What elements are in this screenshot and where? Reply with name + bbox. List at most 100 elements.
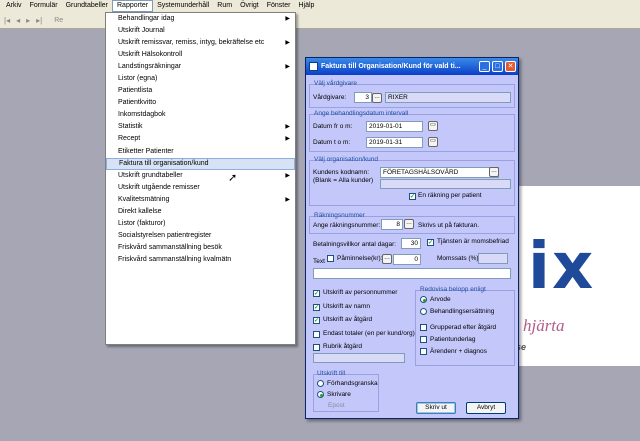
villkor-field[interactable]: 30 bbox=[401, 238, 421, 249]
vardgivare-id-field[interactable]: 3 bbox=[354, 92, 372, 103]
print-button[interactable]: Skriv ut bbox=[416, 402, 456, 414]
minimize-icon[interactable]: _ bbox=[479, 61, 490, 72]
next-record-icon[interactable]: ▸ bbox=[26, 16, 30, 25]
text-field[interactable] bbox=[313, 268, 511, 279]
menu-7[interactable]: Fönster bbox=[263, 0, 295, 12]
paminnelse-checkbox[interactable] bbox=[327, 255, 334, 262]
rakningsnummer-field[interactable]: 8 bbox=[381, 219, 403, 230]
dropdown-item[interactable]: Faktura till organisation/kund bbox=[106, 157, 295, 170]
dropdown-item[interactable]: Behandlingar idag ▶ bbox=[106, 13, 295, 25]
redovisa-checkbox[interactable] bbox=[420, 336, 427, 343]
vardgivare-lookup-button[interactable]: … bbox=[372, 93, 382, 103]
paminnelse-lookup-button[interactable]: … bbox=[382, 254, 392, 264]
kodnamn-field[interactable]: FÖRETAGSHÄLSOVÅRD bbox=[380, 167, 499, 178]
close-icon[interactable]: ✕ bbox=[505, 61, 516, 72]
menu-8[interactable]: Hjälp bbox=[294, 0, 318, 12]
menu-1[interactable]: Formulär bbox=[26, 0, 62, 12]
dropdown-item-label: Utskrift Journal bbox=[118, 27, 165, 35]
kodnamn-lookup-button[interactable]: … bbox=[489, 167, 499, 177]
forhandsgranska-radio[interactable] bbox=[317, 380, 324, 387]
previous-record-icon[interactable]: ◂ bbox=[16, 16, 20, 25]
dropdown-item[interactable]: Utskrift utgående remisser bbox=[106, 182, 295, 194]
menu-3[interactable]: Rapporter bbox=[112, 0, 154, 12]
datum-to-label: Datum t o m: bbox=[313, 139, 351, 146]
submenu-arrow-icon: ▶ bbox=[285, 196, 290, 203]
cancel-button[interactable]: Avbryt bbox=[466, 402, 506, 414]
redovisa-radio-label: Arvode bbox=[430, 296, 451, 303]
dropdown-item[interactable]: Friskvård sammanställning besök bbox=[106, 242, 295, 254]
dropdown-item[interactable]: Patientkvitto bbox=[106, 97, 295, 109]
paminnelse-label: Påminnelse(kr): bbox=[337, 255, 383, 262]
redovisa-checkbox[interactable] bbox=[420, 324, 427, 331]
rakning-lookup-button[interactable]: … bbox=[404, 219, 414, 229]
option-label: Rubrik åtgärd bbox=[323, 343, 363, 350]
dropdown-item-label: Recept bbox=[118, 135, 141, 143]
epost-label: Epost bbox=[328, 402, 345, 409]
forhandsgranska-label: Förhandsgranska bbox=[327, 380, 378, 387]
dropdown-item[interactable]: Utskrift Hälsokontroll bbox=[106, 49, 295, 61]
dropdown-item[interactable]: Listor (egna) bbox=[106, 73, 295, 85]
per-patient-label: En räkning per patient bbox=[418, 192, 482, 199]
redovisa-radio[interactable] bbox=[420, 308, 427, 315]
org-group-label: Välj organisation/kund bbox=[314, 156, 378, 163]
last-record-icon[interactable]: ▸| bbox=[36, 16, 42, 25]
redovisa-checkbox[interactable] bbox=[420, 348, 427, 355]
datum-group-label: Ange behandlingsdatum intervall bbox=[314, 110, 409, 117]
per-patient-checkbox[interactable]: ✓ bbox=[409, 193, 416, 200]
dropdown-item-label: Socialstyrelsen patientregister bbox=[118, 231, 212, 239]
menu-bar: Arkiv Formulär Grundtabeller Rapporter Syste… bbox=[0, 0, 640, 12]
menu-2[interactable]: Grundtabeller bbox=[62, 0, 112, 12]
submenu-arrow-icon: ▶ bbox=[285, 16, 290, 22]
dropdown-item-label: Listor (fakturor) bbox=[118, 219, 166, 227]
option-checkbox[interactable] bbox=[313, 344, 320, 351]
option-checkbox[interactable] bbox=[313, 330, 320, 338]
dropdown-item-label: Faktura till organisation/kund bbox=[119, 159, 209, 167]
option-label: Endast totaler (en per kund/org) bbox=[323, 329, 415, 337]
rakning-group-label: Räkningsnummer bbox=[314, 212, 365, 219]
menu-5[interactable]: Rum bbox=[213, 0, 236, 12]
option-label: Utskrift av åtgärd bbox=[323, 316, 373, 323]
paminnelse-field[interactable]: 0 bbox=[393, 254, 421, 265]
datum-from-field[interactable]: 2019-01-01 bbox=[366, 121, 423, 132]
faktura-dialog: Faktura till Organisation/Kund för vald … bbox=[305, 57, 519, 419]
datum-to-field[interactable]: 2019-01-31 bbox=[366, 137, 423, 148]
app-icon bbox=[309, 62, 318, 71]
vardgivare-name-field: RIXER bbox=[385, 92, 511, 103]
rakning-label: Ange räkningsnummer: bbox=[313, 222, 381, 229]
redovisa-radio[interactable] bbox=[420, 296, 427, 303]
dropdown-item[interactable]: Listor (fakturor) bbox=[106, 218, 295, 230]
first-record-icon[interactable]: |◂ bbox=[4, 16, 10, 25]
toolbar-partial-label[interactable]: Re bbox=[54, 17, 63, 24]
option-label: Utskrift av namn bbox=[323, 302, 370, 310]
menu-4[interactable]: Systemunderhåll bbox=[153, 0, 213, 12]
menu-0[interactable]: Arkiv bbox=[2, 0, 26, 12]
dropdown-item-label: Friskvård sammanställning besök bbox=[118, 243, 222, 251]
menu-6[interactable]: Övrigt bbox=[236, 0, 263, 12]
momsbefriad-checkbox[interactable]: ✓ bbox=[427, 239, 434, 246]
momsbefriad-label: Tjänsten är momsbefriad bbox=[437, 238, 509, 245]
dropdown-item[interactable]: Patientlista bbox=[106, 85, 295, 97]
calendar-from-icon[interactable]: ▭ bbox=[428, 121, 438, 131]
dropdown-item[interactable]: Socialstyrelsen patientregister bbox=[106, 230, 295, 242]
dropdown-item-label: Utskrift remissvar, remiss, intyg, bekrä… bbox=[118, 39, 265, 47]
dropdown-item[interactable]: Direkt kallelse bbox=[106, 206, 295, 218]
toolbar: |◂ ◂ ▸ ▸| Re bbox=[0, 12, 640, 29]
dropdown-item[interactable]: Etiketter Patienter bbox=[106, 146, 295, 158]
dropdown-item[interactable]: Landstingsräkningar ▶ bbox=[106, 61, 295, 73]
dropdown-item[interactable]: Inkomstdagbok bbox=[106, 109, 295, 121]
vardgivare-label: Vårdgivare: bbox=[313, 94, 347, 101]
dropdown-item[interactable]: Utskrift grundtabeller ▶ bbox=[106, 170, 295, 182]
dropdown-item[interactable]: Utskrift remissvar, remiss, intyg, bekrä… bbox=[106, 37, 295, 49]
option-checkbox[interactable]: ✓ bbox=[313, 317, 320, 324]
dropdown-item[interactable]: Statistik ▶ bbox=[106, 121, 295, 133]
option-checkbox[interactable]: ✓ bbox=[313, 290, 320, 297]
maximize-icon[interactable]: □ bbox=[492, 61, 503, 72]
option-checkbox[interactable]: ✓ bbox=[313, 303, 320, 311]
calendar-to-icon[interactable]: ▭ bbox=[428, 137, 438, 147]
dropdown-item[interactable]: Recept ▶ bbox=[106, 133, 295, 145]
dropdown-item[interactable]: Utskrift Journal bbox=[106, 25, 295, 37]
dropdown-item[interactable]: Friskvård sammanställning kvalmätn bbox=[106, 254, 295, 266]
skrivare-radio[interactable] bbox=[317, 391, 324, 398]
dropdown-item-label: Statistik bbox=[118, 123, 143, 131]
dropdown-item[interactable]: Kvalitetsmätning ▶ bbox=[106, 194, 295, 206]
